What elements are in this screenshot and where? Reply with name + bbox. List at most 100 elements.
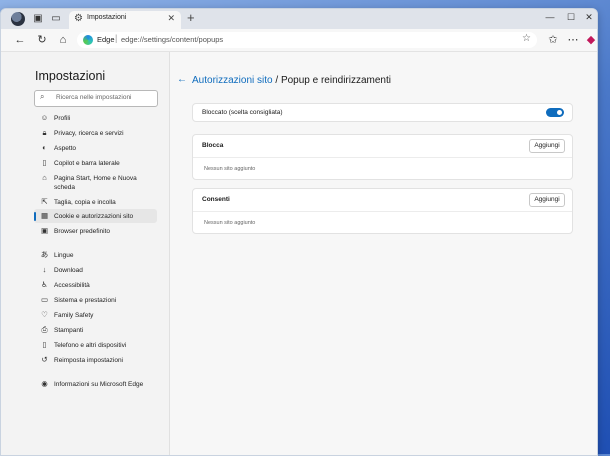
sidebar-item-label: Family Safety: [54, 312, 94, 319]
sidebar-item-label: Cookie e autorizzazioni sito: [54, 213, 134, 220]
allow-section: Consenti Aggiungi Nessun sito aggiunto: [192, 188, 573, 234]
section-divider: [193, 211, 572, 212]
profile-icon: ☺: [40, 113, 49, 122]
settings-gear-icon: ⚙: [74, 13, 83, 24]
sidebar-item-label: Telefono e altri dispositivi: [54, 342, 127, 349]
section-divider: [193, 157, 572, 158]
sidebar-item-label: Copilot e barra laterale: [54, 160, 120, 167]
page-title: Popup e reindirizzamenti: [280, 75, 391, 86]
home-icon: ⌂: [42, 173, 47, 182]
site-label: Edge: [97, 35, 115, 44]
sidebar-item-browser-predefinito[interactable]: ▣ Browser predefinito: [34, 224, 157, 238]
accessibility-icon: ♿︎: [41, 280, 48, 289]
blocked-label: Bloccato (scelta consigliata): [202, 109, 283, 116]
sidebar-item-label: Privacy, ricerca e servizi: [54, 130, 124, 137]
allow-section-title: Consenti: [202, 196, 230, 203]
sidebar-item-start-home[interactable]: ⌂ Pagina Start, Home e Nuova scheda: [34, 171, 157, 193]
more-icon[interactable]: ⋯: [566, 33, 580, 47]
sidebar-item-label: Informazioni su Microsoft Edge: [54, 381, 144, 388]
tab-actions-icon[interactable]: ▭: [49, 12, 63, 26]
settings-sidebar: Impostazioni ⌕ Ricerca nelle impostazion…: [1, 52, 170, 455]
lock-icon: 🔒︎: [42, 128, 47, 137]
blocked-setting-card: Bloccato (scelta consigliata): [192, 103, 573, 122]
favorites-icon[interactable]: ✩: [546, 33, 560, 47]
sidebar-item-family-safety[interactable]: ♡ Family Safety: [34, 308, 157, 322]
block-add-button[interactable]: Aggiungi: [529, 139, 565, 153]
maximize-icon[interactable]: ☐: [562, 12, 580, 23]
sidebar-item-informazioni[interactable]: ◉ Informazioni su Microsoft Edge: [34, 377, 157, 391]
sidebar-item-label: Aspetto: [54, 145, 77, 152]
browser-window: ▣ ▭ ⚙ Impostazioni ✕ + — ☐ ✕ ← ↻ ⌂ Edge …: [0, 8, 598, 456]
sidebar-item-aspetto[interactable]: ◐ Aspetto: [34, 141, 157, 155]
settings-content: ← Autorizzazioni sito / Popup e reindiri…: [170, 52, 597, 455]
sidebar-item-label: Taglia, copia e incolla: [54, 199, 116, 206]
sidebar-item-label: Browser predefinito: [54, 228, 110, 235]
download-icon: ↓: [42, 265, 47, 274]
favorite-star-icon[interactable]: ☆: [522, 33, 531, 44]
reset-icon: ↺: [41, 355, 48, 364]
sidebar-item-copilot[interactable]: ▯ Copilot e barra laterale: [34, 156, 157, 170]
minimize-icon[interactable]: —: [541, 12, 559, 22]
language-icon: あ: [40, 250, 49, 259]
sidebar-item-label: Profili: [54, 115, 71, 122]
profile-avatar-icon[interactable]: [11, 12, 25, 26]
sidebar-item-profili[interactable]: ☺ Profili: [34, 111, 157, 125]
search-placeholder: Ricerca nelle impostazioni: [56, 94, 132, 101]
url-text: edge://settings/content/popups: [121, 35, 224, 44]
sidebar-item-stampanti[interactable]: ⎙ Stampanti: [34, 323, 157, 337]
workspaces-icon[interactable]: ▣: [31, 12, 45, 26]
sidebar-item-telefono[interactable]: ▯ Telefono e altri dispositivi: [34, 338, 157, 352]
tab-title: Impostazioni: [87, 14, 127, 21]
back-arrow-icon[interactable]: ←: [177, 74, 187, 85]
appearance-icon: ◐: [42, 143, 47, 152]
breadcrumb: Autorizzazioni sito / Popup e reindirizz…: [192, 75, 391, 86]
sidebar-item-lingue[interactable]: あ Lingue: [34, 248, 157, 262]
sidebar-item-sistema[interactable]: ▭ Sistema e prestazioni: [34, 293, 157, 307]
sidebar-item-accessibilita[interactable]: ♿︎ Accessibilità: [34, 278, 157, 292]
breadcrumb-separator: /: [272, 75, 281, 86]
sidebar-item-taglia-copia[interactable]: ⇱ Taglia, copia e incolla: [34, 195, 157, 209]
tab-bar: ▣ ▭ ⚙ Impostazioni ✕ + — ☐ ✕: [1, 9, 597, 29]
allow-add-button[interactable]: Aggiungi: [529, 193, 565, 207]
browser-icon: ▣: [40, 226, 49, 235]
new-tab-button[interactable]: +: [187, 11, 195, 25]
phone-icon: ▯: [42, 340, 47, 349]
allow-empty-text: Nessun sito aggiunto: [204, 220, 256, 226]
address-bar: ← ↻ ⌂ Edge | edge://settings/content/pop…: [1, 29, 597, 52]
share-icon: ⇱: [41, 197, 48, 206]
sidebar-item-label: Pagina Start, Home e Nuova scheda: [54, 175, 137, 191]
tab-settings[interactable]: ⚙ Impostazioni ✕: [69, 11, 181, 29]
block-section: Blocca Aggiungi Nessun sito aggiunto: [192, 134, 573, 180]
printer-icon: ⎙: [41, 325, 48, 334]
system-icon: ▭: [40, 295, 49, 304]
sidebar-title: Impostazioni: [35, 69, 106, 83]
cookie-icon: ▦: [40, 211, 49, 220]
sidebar-item-label: Reimposta impostazioni: [54, 357, 124, 364]
blocked-toggle[interactable]: [546, 108, 564, 117]
sidebar-item-privacy[interactable]: 🔒︎ Privacy, ricerca e servizi: [34, 126, 157, 140]
back-icon[interactable]: ←: [13, 33, 27, 47]
refresh-icon[interactable]: ↻: [35, 33, 49, 47]
edge-logo-icon: [83, 35, 93, 45]
search-icon: ⌕: [40, 92, 45, 101]
block-section-title: Blocca: [202, 142, 224, 149]
sidebar-item-download[interactable]: ↓ Download: [34, 263, 157, 277]
url-field[interactable]: Edge | edge://settings/content/popups ☆: [77, 32, 537, 48]
sidebar-item-label: Lingue: [54, 252, 74, 259]
sidebar-item-label: Stampanti: [54, 327, 84, 334]
home-icon[interactable]: ⌂: [56, 33, 70, 47]
family-icon: ♡: [41, 310, 48, 319]
sidebar-item-label: Download: [54, 267, 83, 274]
block-empty-text: Nessun sito aggiunto: [204, 166, 256, 172]
close-window-icon[interactable]: ✕: [580, 12, 597, 23]
sidebar-item-cookie[interactable]: ▦ Cookie e autorizzazioni sito: [34, 209, 157, 223]
sidebar-item-label: Accessibilità: [54, 282, 90, 289]
edge-icon: ◉: [41, 379, 48, 388]
sidebar-item-label: Sistema e prestazioni: [54, 297, 117, 304]
search-input[interactable]: ⌕ Ricerca nelle impostazioni: [34, 90, 158, 107]
breadcrumb-parent-link[interactable]: Autorizzazioni sito: [192, 75, 273, 86]
sidebar-item-reimposta[interactable]: ↺ Reimposta impostazioni: [34, 353, 157, 367]
url-separator: |: [115, 33, 118, 43]
close-tab-icon[interactable]: ✕: [167, 13, 175, 24]
copilot-icon[interactable]: ◆: [584, 33, 597, 47]
